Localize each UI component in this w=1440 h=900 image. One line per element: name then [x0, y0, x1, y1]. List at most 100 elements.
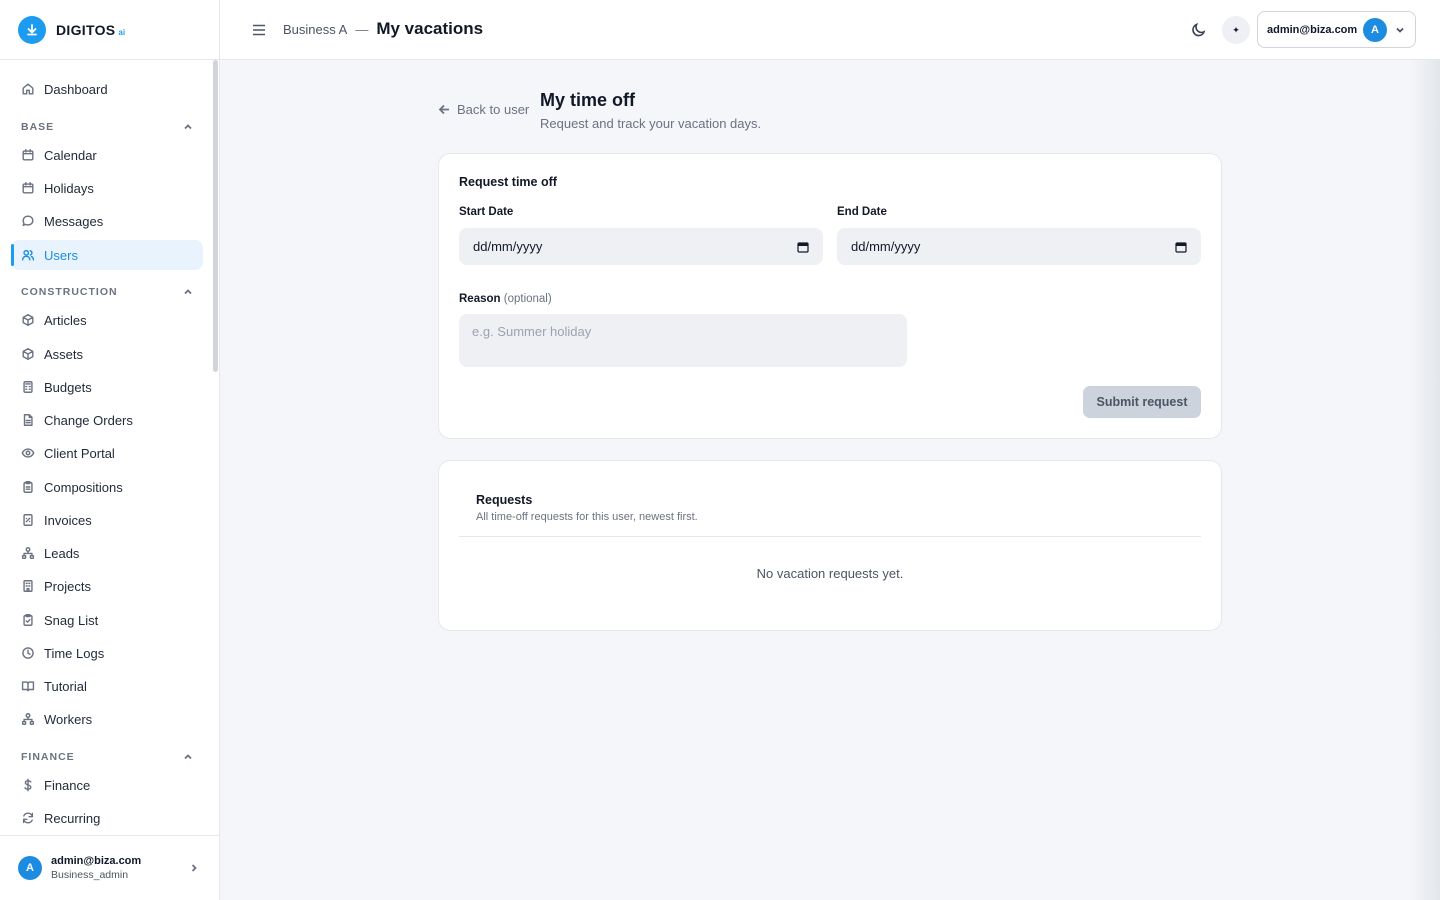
sidebar-item-label: Dashboard — [44, 81, 108, 97]
breadcrumb-business[interactable]: Business A — [283, 22, 347, 37]
home-icon — [22, 83, 34, 95]
assistant-button[interactable]: ✦ — [1222, 16, 1250, 44]
sidebar-item-projects[interactable]: Projects — [11, 571, 203, 601]
end-date-value: dd/mm/yyyy — [851, 239, 921, 254]
sidebar-item-calendar[interactable]: Calendar — [11, 140, 203, 170]
document-icon — [23, 414, 33, 426]
logo-icon — [18, 15, 46, 44]
users-icon — [21, 249, 35, 261]
sidebar-user-menu[interactable]: A admin@biza.com Business_admin — [0, 835, 219, 900]
breadcrumb-separator: — — [355, 22, 369, 37]
sidebar-item-label: Budgets — [44, 379, 92, 395]
receipt-icon — [23, 514, 33, 526]
sidebar-item-users[interactable]: Users — [11, 240, 203, 270]
book-icon — [21, 681, 35, 692]
edge-shadow — [1410, 60, 1440, 900]
chevron-up-icon — [184, 289, 192, 295]
page-subtitle: Request and track your vacation days. — [540, 116, 762, 131]
sidebar-item-tutorial[interactable]: Tutorial — [11, 671, 203, 701]
eye-icon — [21, 448, 35, 458]
hamburger-icon — [253, 24, 265, 36]
sidebar-item-holidays[interactable]: Holidays — [11, 173, 203, 203]
account-email: admin@biza.com — [1267, 23, 1358, 36]
section-label: FINANCE — [21, 751, 75, 763]
account-menu-button[interactable]: admin@biza.com A — [1257, 11, 1416, 48]
sidebar-item-compositions[interactable]: Compositions — [11, 472, 203, 502]
sidebar-item-finance[interactable]: Finance — [11, 770, 203, 800]
top-bar: Business A — My vacations ✦ admin@biza.c… — [220, 0, 1440, 60]
brand-name: DIGITOS — [56, 21, 116, 38]
calendar-icon[interactable] — [797, 241, 809, 253]
user-email: admin@biza.com — [51, 855, 142, 867]
refresh-icon — [22, 812, 34, 824]
reason-label: Reason (optional) — [459, 293, 552, 305]
sidebar-item-change-orders[interactable]: Change Orders — [11, 405, 203, 435]
section-label: CONSTRUCTION — [21, 286, 118, 298]
sidebar-item-articles[interactable]: Articles — [11, 305, 203, 335]
request-time-off-card: Request time off Start Date dd/mm/yyyy E… — [438, 153, 1222, 439]
sidebar-item-time-logs[interactable]: Time Logs — [11, 638, 203, 668]
box-icon — [22, 314, 34, 326]
chevron-up-icon — [184, 124, 192, 130]
calendar-icon — [22, 149, 34, 161]
sidebar-item-label: Leads — [44, 545, 80, 561]
menu-toggle-button[interactable] — [250, 21, 268, 39]
calendar-icon[interactable] — [1175, 241, 1187, 253]
breadcrumb: Business A — My vacations — [283, 19, 483, 39]
empty-state-message: No vacation requests yet. — [756, 566, 904, 581]
sidebar-item-snag-list[interactable]: Snag List — [11, 605, 203, 635]
sidebar-item-label: Assets — [44, 346, 84, 362]
sidebar-item-label: Compositions — [44, 479, 123, 495]
sidebar-item-label: Recurring — [44, 810, 101, 826]
divider — [459, 536, 1201, 537]
requests-card: Requests All time-off requests for this … — [438, 460, 1222, 631]
sidebar-item-label: Messages — [44, 213, 104, 229]
requests-title: Requests — [476, 493, 533, 507]
end-date-input[interactable]: dd/mm/yyyy — [837, 228, 1201, 265]
sidebar-item-budgets[interactable]: Budgets — [11, 372, 203, 402]
sidebar-item-workers[interactable]: Workers — [11, 704, 203, 734]
section-header-finance[interactable]: FINANCE — [21, 750, 193, 764]
box-icon — [22, 348, 34, 360]
sidebar-item-label: Articles — [44, 312, 87, 328]
user-role: Business_admin — [51, 869, 129, 881]
sidebar-item-label: Time Logs — [44, 645, 105, 661]
back-to-user-link[interactable]: Back to user — [438, 102, 529, 117]
sidebar: DIGITOS ai Dashboard BASE Calendar Holid… — [0, 0, 220, 900]
section-label: BASE — [21, 121, 55, 133]
page-title: My time off — [540, 90, 636, 110]
page-heading: My vacations — [376, 19, 484, 38]
sidebar-item-label: Projects — [44, 578, 91, 594]
end-date-label: End Date — [837, 206, 887, 218]
requests-subtitle: All time-off requests for this user, new… — [476, 511, 698, 523]
sidebar-item-recurring[interactable]: Recurring — [11, 803, 203, 833]
section-header-base[interactable]: BASE — [21, 120, 193, 134]
brand-suffix: ai — [118, 27, 126, 37]
start-date-value: dd/mm/yyyy — [473, 239, 543, 254]
theme-toggle-button[interactable] — [1191, 22, 1207, 38]
sidebar-item-client-portal[interactable]: Client Portal — [11, 438, 203, 468]
section-header-construction[interactable]: CONSTRUCTION — [21, 285, 193, 299]
brand-logo[interactable]: DIGITOS ai — [0, 0, 219, 60]
sidebar-item-label: Holidays — [44, 180, 94, 196]
card-title: Request time off — [459, 175, 557, 189]
chat-bubble-icon — [22, 215, 34, 227]
sidebar-item-label: Calendar — [44, 147, 97, 163]
sidebar-item-assets[interactable]: Assets — [11, 339, 203, 369]
sidebar-item-leads[interactable]: Leads — [11, 538, 203, 568]
sidebar-scrollbar[interactable] — [213, 60, 218, 372]
start-date-input[interactable]: dd/mm/yyyy — [459, 228, 823, 265]
clock-icon — [22, 647, 34, 659]
network-icon — [21, 713, 35, 725]
reason-label-text: Reason — [459, 293, 501, 305]
start-date-label: Start Date — [459, 206, 514, 218]
reason-textarea[interactable]: e.g. Summer holiday — [459, 314, 907, 367]
avatar: A — [1363, 18, 1387, 42]
sidebar-item-label: Invoices — [44, 512, 92, 528]
sidebar-item-dashboard[interactable]: Dashboard — [11, 74, 203, 104]
submit-request-button[interactable]: Submit request — [1083, 386, 1201, 418]
back-link-label: Back to user — [457, 102, 530, 117]
building-icon — [23, 580, 33, 592]
sidebar-item-messages[interactable]: Messages — [11, 206, 203, 236]
sidebar-item-invoices[interactable]: Invoices — [11, 505, 203, 535]
